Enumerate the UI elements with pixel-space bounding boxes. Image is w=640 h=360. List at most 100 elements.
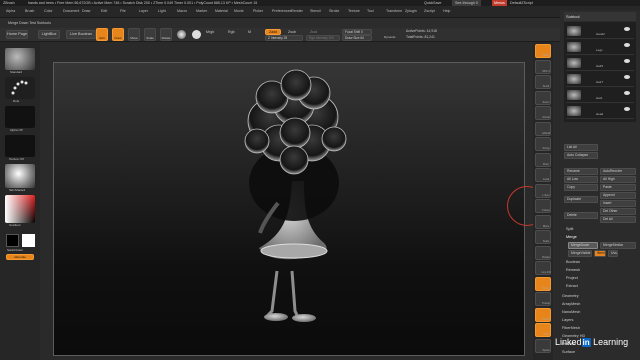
shelf-button-line-fill[interactable]: Line Fill [535,261,551,275]
menu-draw[interactable]: Draw [82,9,90,13]
shelf-button-bpr[interactable]: BPR [535,44,551,58]
mrgb-toggle[interactable]: Mrgb [206,30,214,34]
draw-button[interactable]: Draw [112,28,124,41]
remesh-menu[interactable]: Remesh [566,268,580,272]
all-high-button[interactable]: All High [600,176,636,183]
visibility-eye-icon[interactable] [624,43,630,47]
shelf-button-frame[interactable]: Frame [535,199,551,213]
merge-menu[interactable]: Merge [566,235,577,239]
main-color-swatch[interactable] [6,234,19,247]
nano-mesh-menu[interactable]: NanoMesh [562,310,580,314]
material-sphere-icon[interactable] [177,30,186,39]
del-other-button[interactable]: Del Other [600,208,636,215]
alternate-button[interactable]: Alternate [6,254,34,260]
lightbox-button[interactable]: LightBox [38,30,60,39]
move-button[interactable]: Move [128,28,140,41]
visibility-eye-icon[interactable] [624,107,630,111]
menu-picker[interactable]: Picker [253,9,263,13]
texture-thumbnail[interactable] [5,135,35,157]
auto-reorder-button[interactable]: AutoReorder [600,168,636,175]
shelf-button-spix-3[interactable]: SPix 3 [535,59,551,74]
menu-macro[interactable]: Macro [177,9,187,13]
m-toggle[interactable]: M [248,30,251,34]
edit-button[interactable]: Edit [96,28,108,41]
draw-size-slider[interactable]: Draw Size 64 [342,35,372,41]
menu-movie[interactable]: Movie [234,9,244,13]
shelf-button-transp[interactable]: Transp [535,292,551,306]
merge-similar-button[interactable]: MergeSimilar [600,242,636,249]
shelf-button-solo[interactable]: Solo [535,323,551,337]
rgb-toggle[interactable]: Rgb [228,30,235,34]
subtool-header[interactable]: Subtool [564,12,636,21]
subtool-item[interactable]: Hair7 [566,72,634,87]
menu-texture[interactable]: Texture [348,9,360,13]
list-all-button[interactable]: List All [564,144,598,151]
shelf-button-ghost[interactable]: Ghost [535,307,551,322]
menu-zscript[interactable]: Zscript [424,9,435,13]
insert-button[interactable]: Insert [600,200,636,207]
scale-button[interactable]: Scale [144,28,156,41]
auto-collapse-button[interactable]: Auto Collapse [564,152,598,159]
visibility-eye-icon[interactable] [624,75,630,79]
menu-render[interactable]: Render [291,9,303,13]
merge-down-button[interactable]: MergeDown [568,242,598,249]
geometry-menu[interactable]: Geometry [562,294,579,298]
weld-toggle[interactable]: Weld [594,250,606,257]
menu-tool[interactable]: Tool [367,9,374,13]
dynamic-toggle[interactable]: Dynamic [384,35,396,39]
switch-color-button[interactable]: SwitchColor [7,248,23,252]
shelf-button-zoom[interactable]: Zoom [535,90,551,105]
subtool-item[interactable]: Hat1 [566,88,634,103]
all-low-button[interactable]: All Low [564,176,598,183]
paste-button[interactable]: Paste [600,184,636,191]
menu-zplugin[interactable]: Zplugin [405,9,417,13]
append-button[interactable]: Append [600,192,636,199]
live-boolean-button[interactable]: Live Boolean [66,30,96,39]
menu-stroke[interactable]: Stroke [329,9,339,13]
menu-preferences[interactable]: Preferences [272,9,291,13]
menu-stencil[interactable]: Stencil [310,9,321,13]
surface-menu[interactable]: Surface [562,350,575,354]
menu-document[interactable]: Document [63,9,79,13]
menu-help[interactable]: Help [443,9,450,13]
subtool-item[interactable]: Hair5 [566,56,634,71]
boolean-menu[interactable]: Boolean [566,260,580,264]
menu-material[interactable]: Material [215,9,228,13]
project-menu[interactable]: Project [566,276,578,280]
duplicate-button[interactable]: Duplicate [564,196,598,203]
fiber-mesh-menu[interactable]: FiberMesh [562,326,580,330]
shelf-button-floor[interactable]: Floor [535,152,551,167]
delete-button[interactable]: Delete [564,212,598,219]
menu-file[interactable]: File [120,9,126,13]
standard-brush-thumbnail[interactable] [5,48,35,70]
menu-transform[interactable]: Transform [386,9,402,13]
material-thumbnail[interactable] [5,164,35,188]
shelf-button-rotate[interactable]: Rotate [535,245,551,260]
copy-button[interactable]: Copy [564,184,598,191]
zsub-toggle[interactable]: Zsub [288,30,296,34]
secondary-color-swatch[interactable] [22,234,35,247]
visibility-eye-icon[interactable] [624,59,630,63]
extract-menu[interactable]: Extract [566,284,578,288]
zcut-toggle[interactable]: Zcut [310,30,317,34]
visibility-eye-icon[interactable] [624,27,630,31]
menu-alpha[interactable]: Alpha [6,9,15,13]
shelf-button-l-sym[interactable]: L.Sym [535,183,551,198]
color-swatch-icon[interactable] [192,30,201,39]
layers-menu[interactable]: Layers [562,318,573,322]
menu-edit[interactable]: Edit [101,9,107,13]
alpha-thumbnail[interactable] [5,106,35,128]
shelf-button-actual[interactable]: Actual [535,106,551,120]
visibility-eye-icon[interactable] [624,91,630,95]
menu-brush[interactable]: Brush [25,9,34,13]
subtool-item[interactable]: Legs [566,40,634,55]
rename-button[interactable]: Rename [564,168,598,175]
merge-visible-button[interactable]: MergeVisible [568,250,592,257]
canvas-viewport[interactable] [53,62,525,356]
home-page-button[interactable]: Home Page [6,30,28,39]
rgb-intensity-slider[interactable]: Rgb Intensity 100 [306,35,340,41]
menu-color[interactable]: Color [44,9,53,13]
color-picker[interactable] [5,195,35,223]
menu-layer[interactable]: Layer [139,9,148,13]
shelf-button-persp[interactable]: Persp [535,137,551,151]
